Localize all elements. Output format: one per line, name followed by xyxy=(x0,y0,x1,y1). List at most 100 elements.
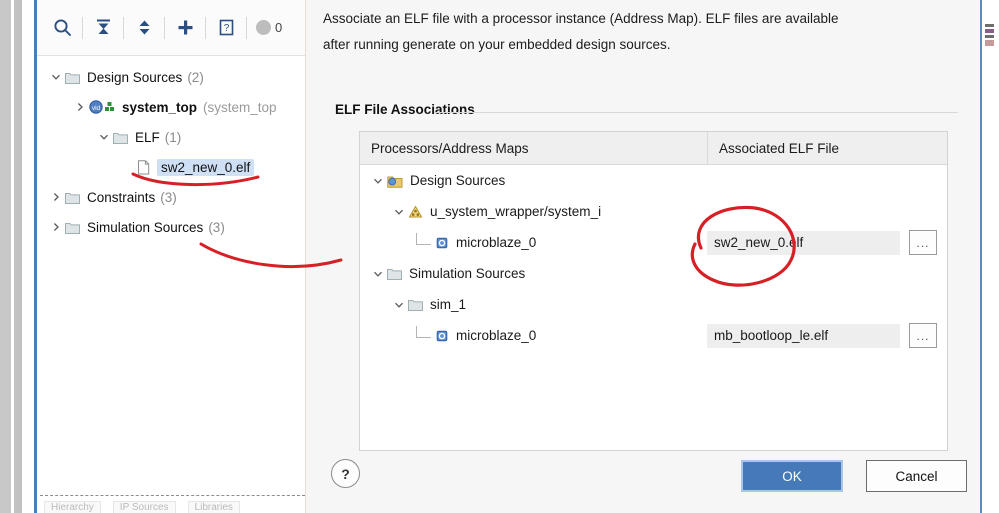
tree-item-count: (3) xyxy=(208,219,225,235)
folder-icon xyxy=(113,131,128,144)
table-row[interactable]: Simulation Sources xyxy=(360,258,947,289)
background-window-content-fragment xyxy=(985,24,994,46)
help-icon[interactable]: ? xyxy=(211,13,241,43)
processor-icon xyxy=(435,329,449,343)
row-label: Simulation Sources xyxy=(409,266,526,281)
tree-item-design-sources[interactable]: Design Sources (2) xyxy=(37,62,305,92)
table-row[interactable]: Design Sources xyxy=(360,165,947,196)
error-count-value: 0 xyxy=(275,20,283,35)
tab-libraries[interactable]: Libraries xyxy=(187,501,240,513)
row-elf-cell xyxy=(707,169,947,193)
ok-button[interactable]: OK xyxy=(741,460,843,492)
associate-elf-files-dialog: Associate an ELF file with a processor i… xyxy=(305,0,980,513)
row-label: microblaze_0 xyxy=(456,235,537,250)
chevron-down-icon[interactable] xyxy=(390,300,408,310)
cancel-button[interactable]: Cancel xyxy=(866,460,967,492)
row-label: sim_1 xyxy=(430,297,467,312)
chevron-right-icon[interactable] xyxy=(71,102,89,112)
chevron-right-icon[interactable] xyxy=(47,222,65,232)
chevron-right-icon[interactable] xyxy=(47,192,65,202)
browse-elf-button[interactable]: ... xyxy=(909,230,937,255)
expand-collapse-icon[interactable] xyxy=(129,13,159,43)
file-icon xyxy=(137,159,150,175)
tree-item-label: sw2_new_0.elf xyxy=(157,158,255,176)
sources-tree: Design Sources (2) vld system_top (syste… xyxy=(37,56,305,242)
row-elf-cell xyxy=(707,293,947,317)
tab-ip-sources[interactable]: IP Sources xyxy=(112,501,176,513)
browse-elf-button[interactable]: ... xyxy=(909,323,937,348)
tree-elbow-connector xyxy=(416,325,431,338)
collapse-all-icon[interactable] xyxy=(88,13,118,43)
folder-icon xyxy=(65,191,80,204)
design-sources-folder-icon xyxy=(387,174,403,188)
toolbar-divider xyxy=(123,16,124,39)
dialog-description: Associate an ELF file with a processor i… xyxy=(323,6,923,58)
tree-item-label: system_top xyxy=(122,99,198,115)
window-edge-rail-inner xyxy=(14,0,22,513)
row-label: u_system_wrapper/system_i xyxy=(430,204,602,219)
tree-item-sw2-new-0-elf[interactable]: sw2_new_0.elf xyxy=(37,152,305,182)
toolbar-divider xyxy=(164,16,165,39)
elf-file-value[interactable]: sw2_new_0.elf xyxy=(707,230,900,255)
tree-elbow-connector xyxy=(416,232,431,245)
chevron-down-icon[interactable] xyxy=(390,207,408,217)
folder-icon xyxy=(387,267,402,280)
dialog-help-button[interactable]: ? xyxy=(331,459,360,488)
column-header-processors: Processors/Address Maps xyxy=(371,140,529,156)
tree-item-count: (3) xyxy=(160,189,177,205)
search-icon[interactable] xyxy=(47,13,77,43)
elf-file-value xyxy=(707,262,937,286)
tab-hierarchy[interactable]: Hierarchy xyxy=(44,501,101,513)
row-processor-cell[interactable]: sim_1 xyxy=(360,297,707,312)
window-edge-gap xyxy=(22,0,32,513)
row-elf-cell xyxy=(707,262,947,286)
window-edge-rail-outer xyxy=(0,0,11,513)
table-row[interactable]: u_system_wrapper/system_i xyxy=(360,196,947,227)
elf-file-value xyxy=(707,293,937,317)
chevron-down-icon[interactable] xyxy=(95,132,113,142)
table-row[interactable]: sim_1 xyxy=(360,289,947,320)
section-title: ELF File Associations xyxy=(335,102,475,117)
table-row[interactable]: microblaze_0 sw2_new_0.elf ... xyxy=(360,227,947,258)
table-header: Processors/Address Maps Associated ELF F… xyxy=(360,132,947,165)
tree-item-elf-folder[interactable]: ELF (1) xyxy=(37,122,305,152)
row-processor-cell[interactable]: u_system_wrapper/system_i xyxy=(360,204,707,219)
elf-file-value[interactable]: mb_bootloop_le.elf xyxy=(707,323,900,348)
error-count-badge: 0 xyxy=(256,20,282,35)
tree-item-suffix: (system_top xyxy=(203,99,277,115)
toolbar-divider xyxy=(82,16,83,39)
row-processor-cell[interactable]: Simulation Sources xyxy=(360,266,707,281)
add-sources-icon[interactable] xyxy=(170,13,200,43)
row-processor-cell[interactable]: microblaze_0 xyxy=(360,325,707,343)
folder-icon xyxy=(408,298,423,311)
tree-item-constraints[interactable]: Constraints (3) xyxy=(37,182,305,212)
tree-item-simulation-sources[interactable]: Simulation Sources (3) xyxy=(37,212,305,242)
status-dot-icon xyxy=(256,20,271,35)
row-elf-cell[interactable]: mb_bootloop_le.elf ... xyxy=(707,323,947,348)
section-rule xyxy=(434,112,958,113)
svg-text:?: ? xyxy=(223,23,229,34)
sources-bottom-tabs: Hierarchy IP Sources Libraries xyxy=(44,501,304,513)
toolbar-divider xyxy=(205,16,206,39)
tree-item-count: (1) xyxy=(164,129,182,145)
dialog-description-line1: Associate an ELF file with a processor i… xyxy=(323,11,839,26)
row-processor-cell[interactable]: Design Sources xyxy=(360,173,707,188)
chevron-down-icon[interactable] xyxy=(369,269,387,279)
tree-item-label: Simulation Sources xyxy=(87,219,204,235)
chevron-down-icon[interactable] xyxy=(47,72,65,82)
svg-text:vld: vld xyxy=(92,105,101,112)
panel-drag-divider[interactable] xyxy=(40,495,305,496)
row-elf-cell[interactable]: sw2_new_0.elf ... xyxy=(707,230,947,255)
row-processor-cell[interactable]: microblaze_0 xyxy=(360,232,707,250)
tree-item-label: Design Sources xyxy=(87,69,183,85)
table-row[interactable]: microblaze_0 mb_bootloop_le.elf ... xyxy=(360,320,947,351)
dialog-description-line2: after running generate on your embedded … xyxy=(323,37,671,52)
tree-item-count: (2) xyxy=(187,69,204,85)
block-design-icon xyxy=(408,204,423,219)
chevron-down-icon[interactable] xyxy=(369,176,387,186)
column-header-associated-elf: Associated ELF File xyxy=(719,140,840,156)
row-elf-cell xyxy=(707,200,947,224)
tree-item-system-top[interactable]: vld system_top (system_top xyxy=(37,92,305,122)
toolbar-divider xyxy=(246,16,247,39)
vhdl-module-icon: vld xyxy=(89,100,115,114)
